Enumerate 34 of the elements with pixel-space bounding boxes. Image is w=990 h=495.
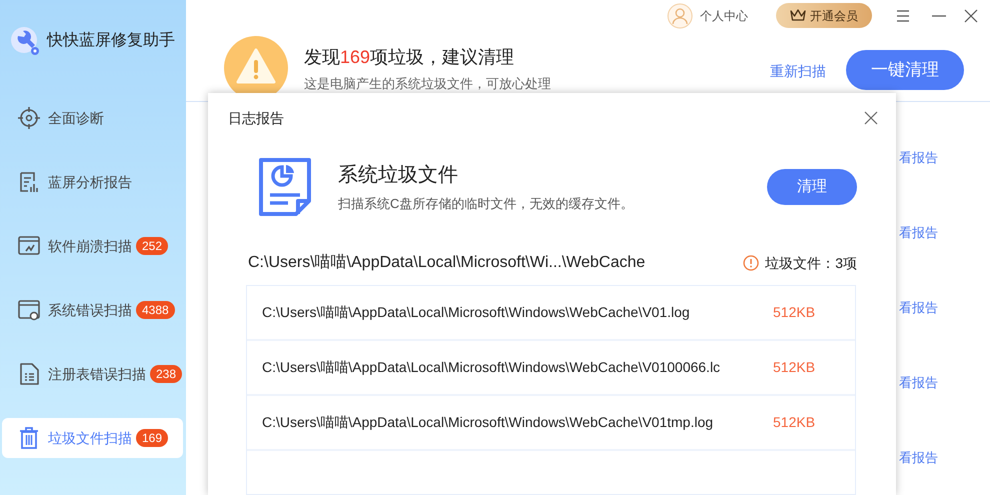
clean-all-button[interactable]: 一键清理 — [846, 50, 964, 90]
app-title: 快快蓝屏修复助手 — [47, 30, 175, 51]
sidebar-item[interactable]: 系统错误扫描 4388 — [2, 290, 183, 330]
view-report-link[interactable]: 看报告 — [899, 270, 938, 345]
sidebar-item[interactable]: 垃圾文件扫描 169 — [2, 418, 183, 458]
sidebar-item[interactable]: 蓝屏分析报告 — [2, 162, 183, 202]
count-badge: 252 — [136, 237, 168, 255]
category-description: 扫描系统C盘所存储的临时文件，无效的缓存文件。 — [338, 195, 634, 214]
scan-result-subtitle: 这是电脑产生的系统垃圾文件，可放心处理 — [304, 74, 551, 93]
vip-button[interactable]: 开通会员 — [776, 3, 872, 28]
sidebar-item[interactable]: 软件崩溃扫描 252 — [2, 226, 183, 266]
count-badge: 238 — [150, 365, 182, 383]
junk-count: 垃圾文件：3项 — [765, 254, 857, 272]
view-report-link[interactable]: 看报告 — [899, 420, 938, 495]
file-size: 512KB — [773, 303, 816, 322]
sidebar-item[interactable]: 注册表错误扫描 238 — [2, 354, 183, 394]
folder-path: C:\Users\喵喵\AppData\Local\Microsoft\Wi...\WebCache — [248, 252, 646, 273]
view-report-link[interactable]: 看报告 — [899, 195, 938, 270]
dialog-title: 日志报告 — [228, 108, 284, 128]
scan-result-title: 发现169项垃圾，建议清理 — [304, 46, 516, 69]
count-badge: 169 — [136, 429, 168, 447]
file-size: 512KB — [773, 413, 816, 432]
view-report-link[interactable]: 看报告 — [899, 345, 938, 420]
clean-button[interactable]: 清理 — [767, 169, 857, 205]
count-badge: 4388 — [136, 301, 175, 319]
user-center-link[interactable]: 个人中心 — [700, 6, 748, 25]
view-report-link[interactable]: 看报告 — [899, 120, 938, 195]
category-title: 系统垃圾文件 — [338, 163, 459, 188]
rescan-link[interactable]: 重新扫描 — [770, 60, 826, 82]
file-path: C:\Users\喵喵\AppData\Local\Microsoft\Windows\WebCache\V01.log — [262, 303, 691, 322]
file-path: C:\Users\喵喵\AppData\Local\Microsoft\Windows\WebCache\V01tmp.log — [262, 413, 714, 432]
file-size: 512KB — [773, 358, 816, 377]
file-path: C:\Users\喵喵\AppData\Local\Microsoft\Windows\WebCache\V0100066.lc — [262, 358, 722, 377]
sidebar-item[interactable]: 全面诊断 — [2, 98, 183, 138]
